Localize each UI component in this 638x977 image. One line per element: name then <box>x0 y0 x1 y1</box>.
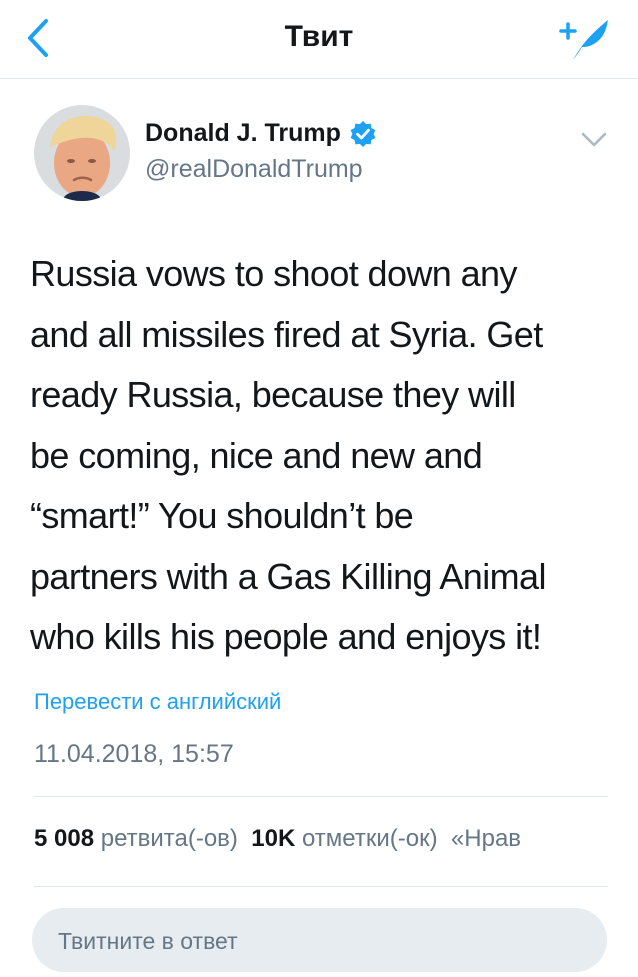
retweets-stat[interactable]: 5 008 ретвита(-ов) <box>34 825 238 852</box>
divider <box>34 886 608 887</box>
reply-placeholder: Твитните в ответ <box>58 928 238 954</box>
author-name: Donald J. Trump <box>145 119 341 147</box>
likes-count: 10K <box>251 825 296 852</box>
avatar-photo <box>34 105 130 201</box>
tweet-text: Russia vows to shoot down any and all mi… <box>30 253 546 657</box>
retweets-label: ретвита(-ов) <box>100 825 238 852</box>
translate-link[interactable]: Перевести с английский <box>34 689 281 715</box>
tweet-author: Donald J. Trump @realDonaldTrump <box>34 105 614 205</box>
divider <box>34 796 608 797</box>
page-title: Твит <box>284 20 354 53</box>
likes-label: отметки(-ок) <box>301 825 438 852</box>
chevron-down-icon <box>581 132 607 147</box>
compose-tweet-button[interactable] <box>558 14 618 64</box>
likes-stat[interactable]: 10K отметки(-ок) <box>251 825 437 852</box>
author-name-link[interactable]: Donald J. Trump <box>145 119 377 148</box>
tweet-timestamp: 11.04.2018, 15:57 <box>34 740 234 768</box>
tweet-options-button[interactable] <box>578 125 610 153</box>
extra-stat-label[interactable]: «Нрав <box>451 825 521 852</box>
compose-quill-icon <box>559 20 608 60</box>
reply-input[interactable]: Твитните в ответ <box>32 908 607 972</box>
author-handle[interactable]: @realDonaldTrump <box>145 155 363 184</box>
retweets-count: 5 008 <box>34 825 95 852</box>
avatar[interactable] <box>34 105 130 201</box>
verified-badge-icon <box>350 120 376 147</box>
tweet-stats: 5 008 ретвита(-ов) 10K отметки(-ок) «Нра… <box>34 825 638 853</box>
top-bar: Твит <box>0 0 638 79</box>
